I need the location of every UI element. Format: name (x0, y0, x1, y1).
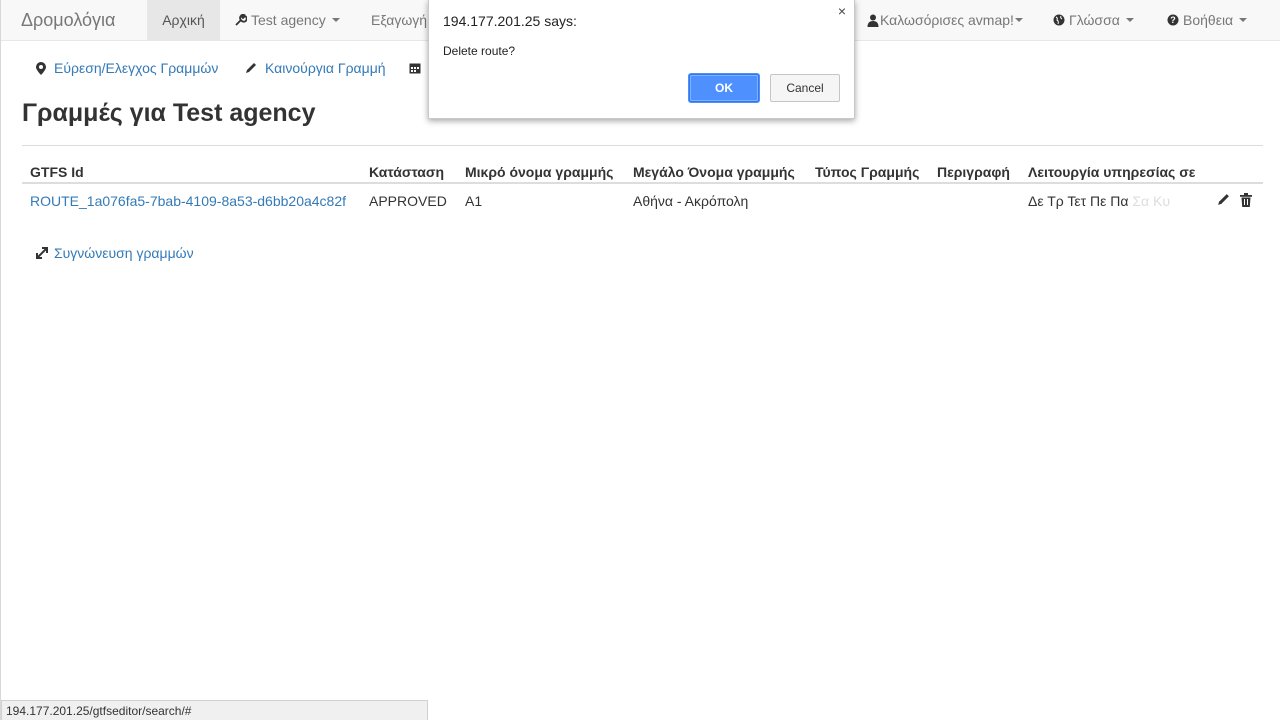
route-long-name: Αθήνα - Ακρόπολη (633, 193, 749, 209)
user-icon (867, 14, 879, 27)
question-circle-icon: ? (1167, 14, 1179, 26)
route-service-days: Δε Τρ Τετ Πε Πα Σα Κυ (1028, 193, 1170, 209)
merge-routes-link[interactable]: Συγνώνευση γραμμών (36, 245, 194, 261)
route-id-link[interactable]: ROUTE_1a076fa5-7bab-4109-8a53-d6bb20a4c8… (30, 193, 346, 209)
header-gtfs-id[interactable]: GTFS Id (30, 164, 84, 180)
pencil-icon (245, 62, 257, 74)
table-header-border (22, 182, 1263, 184)
delete-route-icon[interactable] (1240, 193, 1252, 210)
nav-agency-label: Test agency (251, 12, 326, 28)
ok-button[interactable]: OK (689, 74, 759, 102)
table-top-border (22, 145, 1263, 146)
cancel-button[interactable]: Cancel (770, 74, 840, 102)
nav-user-menu[interactable]: Καλωσόρισες avmap! (867, 0, 1023, 40)
route-short-name: A1 (465, 193, 483, 209)
merge-icon (36, 247, 48, 259)
dialog-message: Delete route? (443, 44, 516, 58)
svg-text:?: ? (1170, 15, 1176, 25)
confirm-dialog: 194.177.201.25 says: × Delete route? OK … (428, 0, 855, 119)
route-status: APPROVED (369, 193, 447, 209)
nav-home[interactable]: Αρχική (147, 0, 220, 40)
find-routes-label: Εύρεση/Ελεγχος Γραμμών (54, 60, 219, 76)
calendar-icon (409, 62, 421, 74)
nav-export-menu[interactable]: Εξαγωγή (371, 0, 427, 40)
wrench-icon (235, 14, 247, 26)
nav-language-label: Γλώσσα (1069, 12, 1120, 28)
nav-agency-menu[interactable]: Test agency (235, 0, 340, 40)
header-status[interactable]: Κατάσταση (369, 164, 444, 180)
caret-down-icon (1239, 18, 1248, 22)
status-bar-url: 194.177.201.25/gtfseditor/search/# (1, 700, 428, 720)
route-id-text[interactable]: ROUTE_1a076fa5-7bab-4109-8a53-d6bb20a4c8… (30, 193, 346, 209)
new-route-link[interactable]: Καινούργια Γραμμή (245, 58, 386, 78)
active-days: Δε Τρ Τετ Πε Πα (1028, 193, 1129, 209)
header-route-type[interactable]: Τύπος Γραμμής (815, 164, 919, 180)
brand-link[interactable]: Δρομολόγια (21, 0, 115, 40)
map-marker-icon (36, 61, 46, 75)
header-long-name[interactable]: Μεγάλο Όνομα γραμμής (633, 164, 795, 180)
new-route-label: Καινούργια Γραμμή (265, 60, 386, 76)
caret-down-icon (1125, 18, 1134, 22)
header-description[interactable]: Περιγραφή (937, 164, 1010, 180)
header-service-days[interactable]: Λειτουργία υπηρεσίας σε (1028, 164, 1195, 180)
nav-user-label: Καλωσόρισες avmap! (880, 12, 1014, 28)
find-routes-link[interactable]: Εύρεση/Ελεγχος Γραμμών (36, 58, 218, 78)
nav-language-menu[interactable]: Γλώσσα (1053, 0, 1134, 40)
inactive-days: Σα Κυ (1132, 193, 1171, 209)
header-short-name[interactable]: Μικρό όνομα γραμμής (465, 164, 613, 180)
edit-route-icon[interactable] (1217, 193, 1230, 209)
close-icon[interactable]: × (838, 3, 846, 19)
nav-help-label: Βοήθεια (1183, 12, 1234, 28)
globe-icon (1053, 14, 1065, 26)
page-title: Γραμμές για Test agency (22, 99, 316, 127)
caret-down-icon (1014, 18, 1023, 22)
caret-down-icon (331, 18, 340, 22)
merge-routes-label: Συγνώνευση γραμμών (54, 245, 194, 261)
dialog-title: 194.177.201.25 says: (443, 13, 577, 29)
nav-help-menu[interactable]: ? Βοήθεια (1167, 0, 1248, 40)
